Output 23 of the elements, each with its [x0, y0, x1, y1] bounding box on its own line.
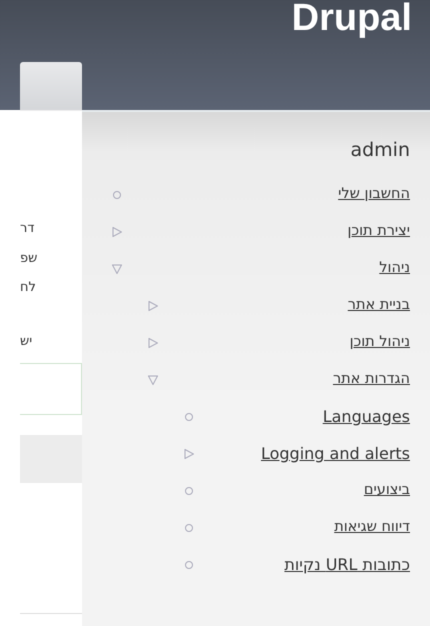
- menu-item[interactable]: כתובות URL נקיות: [284, 553, 410, 577]
- bullet-icon: [112, 190, 122, 200]
- site-name[interactable]: Drupal: [292, 0, 412, 42]
- menu-item[interactable]: ניהול: [379, 258, 410, 280]
- tab[interactable]: [20, 62, 82, 110]
- bullet-icon: [184, 486, 194, 496]
- text-fragment: דר: [20, 221, 34, 237]
- menu-item[interactable]: הגדרות אתר: [332, 369, 410, 391]
- bullet-icon: [184, 412, 194, 422]
- menu-item[interactable]: החשבון שלי: [338, 184, 410, 206]
- menu-item[interactable]: Logging and alerts: [260, 442, 410, 466]
- sidebar-title: admin: [350, 138, 411, 163]
- menu-item[interactable]: יצירת תוכן: [347, 221, 410, 243]
- menu-item[interactable]: דיווח שגיאות: [334, 517, 410, 539]
- menu-item[interactable]: Languages: [322, 405, 410, 429]
- bullet-icon: [184, 523, 194, 533]
- text-fragment: לח: [20, 280, 36, 296]
- text-fragment: יש: [20, 334, 32, 350]
- text-fragment: שפ: [20, 250, 38, 266]
- bullet-icon: [184, 560, 194, 570]
- menu-item[interactable]: ביצועים: [364, 480, 410, 502]
- menu-item[interactable]: ניהול תוכן: [350, 332, 410, 354]
- menu-item[interactable]: בניית אתר: [348, 295, 410, 317]
